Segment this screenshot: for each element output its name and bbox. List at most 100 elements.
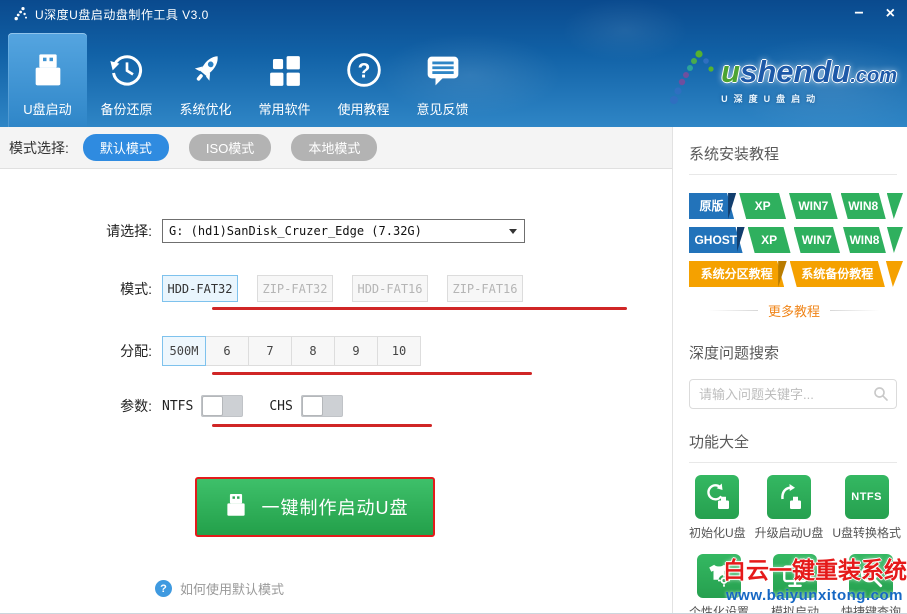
alloc-row: 分配: 500M 6 7 8 9 10 [100, 336, 672, 366]
history-clock-icon [107, 46, 147, 90]
help-link[interactable]: ? 如何使用默认模式 [155, 579, 672, 598]
main-nav: U盘启动 备份还原 系统优化 常用软件 ? 使用教程 意见反馈 [8, 28, 482, 127]
nav-tab-feedback[interactable]: 意见反馈 [403, 33, 482, 127]
ntfs-badge-icon: NTFS [844, 475, 889, 519]
feature-simulate-boot[interactable]: 模拟启动 [770, 554, 819, 614]
tag-ghost[interactable]: GHOST [689, 227, 743, 253]
feature-init-usb[interactable]: 初始化U盘 [689, 475, 746, 541]
alloc-label: 分配: [120, 343, 152, 359]
device-select[interactable]: G: (hd1)SanDisk_Cruzer_Edge (7.32G) [162, 219, 525, 243]
device-label: 请选择: [106, 223, 152, 239]
usb-icon [28, 46, 68, 90]
format-option-zip-fat32[interactable]: ZIP-FAT32 [257, 275, 333, 302]
tag-partition-tutorial[interactable]: 系统分区教程 [689, 261, 784, 287]
tag-win8[interactable]: WIN8 [843, 227, 886, 253]
divider [707, 310, 758, 311]
param-label: 参数: [120, 398, 152, 414]
tag-win7[interactable]: WIN7 [794, 227, 840, 253]
chs-toggle[interactable] [300, 395, 343, 417]
close-button[interactable]: × [886, 6, 895, 22]
nav-tab-label: 使用教程 [337, 102, 390, 117]
feature-convert-ntfs[interactable]: NTFS U盘转换格式 [832, 475, 901, 541]
help-circle-icon: ? [344, 46, 384, 90]
help-link-label: 如何使用默认模式 [180, 582, 285, 597]
feature-personalize[interactable]: 个性化设置 [689, 554, 749, 613]
question-circle-icon: ? [155, 580, 172, 597]
tag-win8[interactable]: WIN8 [841, 193, 886, 219]
search-input[interactable] [689, 379, 897, 409]
search-icon[interactable] [872, 385, 890, 408]
more-tutorials-link[interactable]: 更多教程 [768, 301, 820, 320]
nav-tab-label: 意见反馈 [416, 102, 469, 117]
tutorial-tag-row: 原版 XP WIN7 WIN8 [689, 193, 903, 219]
alloc-option-500m[interactable]: 500M [162, 336, 206, 366]
brand-logo: ushendu.com U深度U盘启动 [665, 48, 897, 113]
alloc-option-8[interactable]: 8 [291, 336, 335, 366]
alloc-option-9[interactable]: 9 [334, 336, 378, 366]
annotation-underline [212, 372, 532, 375]
brand-subtitle: U深度U盘启动 [721, 93, 822, 104]
sidebar: 系统安装教程 原版 XP WIN7 WIN8 GHOST XP WIN7 WIN… [672, 127, 906, 614]
nav-tab-label: 系统优化 [179, 102, 232, 117]
svg-text:?: ? [357, 60, 370, 83]
features-title: 功能大全 [689, 434, 750, 451]
tag-xp[interactable]: XP [739, 193, 786, 219]
tutorial-tag-row: GHOST XP WIN7 WIN8 [689, 227, 903, 253]
chs-label: CHS [269, 398, 293, 414]
ribbon-tail [886, 227, 903, 253]
tag-original[interactable]: 原版 [689, 193, 734, 219]
annotation-underline [212, 307, 627, 310]
chevron-down-icon [509, 229, 517, 234]
nav-tab-backup-restore[interactable]: 备份还原 [87, 33, 166, 127]
alloc-option-6[interactable]: 6 [205, 336, 249, 366]
feature-label: 升级启动U盘 [754, 526, 824, 540]
format-option-hdd-fat16[interactable]: HDD-FAT16 [352, 275, 428, 302]
nav-tab-system-optimize[interactable]: 系统优化 [166, 33, 245, 127]
mode-pill-iso[interactable]: ISO模式 [188, 134, 272, 161]
device-row: 请选择: G: (hd1)SanDisk_Cruzer_Edge (7.32G) [100, 219, 672, 243]
feature-hotkey-query[interactable]: 快捷键查询 [840, 554, 901, 614]
feature-upgrade-usb[interactable]: 升级启动U盘 [754, 475, 824, 541]
divider [689, 174, 897, 175]
alloc-option-7[interactable]: 7 [248, 336, 292, 366]
rocket-icon [186, 46, 226, 90]
mode-select-label: 模式选择: [9, 139, 69, 156]
refresh-usb-icon [695, 475, 740, 519]
search-box [689, 379, 897, 409]
feature-label: 快捷键查询 [840, 605, 901, 614]
nav-tab-common-software[interactable]: 常用软件 [245, 33, 324, 127]
search-title: 深度问题搜索 [689, 345, 780, 362]
feature-label: 初始化U盘 [689, 526, 746, 540]
feature-label: 模拟启动 [770, 605, 819, 614]
device-select-value: G: (hd1)SanDisk_Cruzer_Edge (7.32G) [169, 224, 422, 238]
toggle-knob [301, 396, 323, 416]
minimize-button[interactable]: − [854, 6, 863, 22]
mode-pill-local[interactable]: 本地模式 [291, 134, 378, 161]
format-option-zip-fat16[interactable]: ZIP-FAT16 [447, 275, 523, 302]
create-usb-button[interactable]: 一键制作启动U盘 [195, 477, 435, 537]
tag-xp[interactable]: XP [748, 227, 791, 253]
divider [689, 462, 897, 463]
magnifier-icon [848, 554, 893, 598]
usb-icon [222, 491, 250, 524]
mode-pill-default[interactable]: 默认模式 [82, 134, 169, 161]
window-title: U深度U盘启动盘制作工具 V3.0 [35, 7, 209, 22]
ntfs-toggle[interactable] [201, 395, 244, 417]
titlebar: U深度U盘启动盘制作工具 V3.0 − × [0, 0, 907, 28]
format-row: 模式: HDD-FAT32 ZIP-FAT32 HDD-FAT16 ZIP-FA… [100, 275, 672, 302]
nav-tab-tutorial[interactable]: ? 使用教程 [324, 33, 403, 127]
feature-label: U盘转换格式 [832, 526, 901, 540]
features-grid: 初始化U盘 升级启动U盘 NTFS U盘转换格式 个性化设置 模拟启动 快捷键查… [689, 475, 901, 614]
nav-tab-usb-boot[interactable]: U盘启动 [8, 33, 87, 127]
alloc-option-10[interactable]: 10 [377, 336, 421, 366]
shirt-gear-icon [697, 554, 741, 598]
annotation-underline [212, 424, 432, 427]
app-window: U深度U盘启动盘制作工具 V3.0 − × U盘启动 备份还原 系统优化 常用软… [0, 0, 907, 614]
format-option-hdd-fat32[interactable]: HDD-FAT32 [162, 275, 238, 302]
mode-select-bar: 模式选择: 默认模式 ISO模式 本地模式 [0, 127, 672, 169]
tag-backup-tutorial[interactable]: 系统备份教程 [790, 261, 885, 287]
tutorial-tag-row: 系统分区教程 系统备份教程 [689, 261, 903, 287]
usb-maker-form: 请选择: G: (hd1)SanDisk_Cruzer_Edge (7.32G)… [0, 169, 672, 598]
tag-win7[interactable]: WIN7 [789, 193, 838, 219]
brand-mascot-icon [665, 48, 715, 113]
